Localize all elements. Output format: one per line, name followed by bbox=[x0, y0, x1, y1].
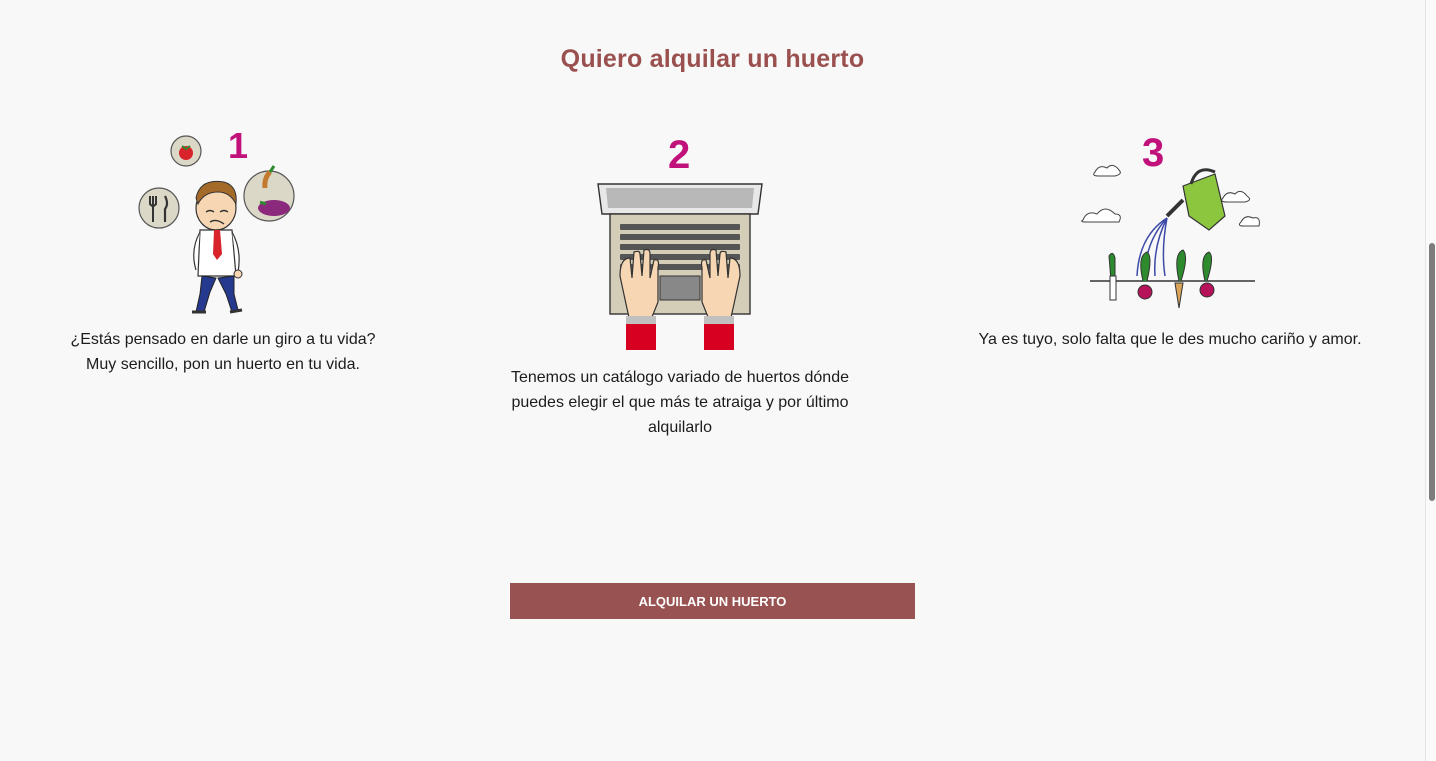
step-2-text: Tenemos un catálogo variado de huertos d… bbox=[480, 365, 880, 440]
section-title: Quiero alquilar un huerto bbox=[560, 44, 865, 73]
step-number-2: 2 bbox=[668, 133, 690, 177]
step-number-1: 1 bbox=[228, 126, 248, 166]
step-2-line-3: alquilarlo bbox=[647, 419, 713, 436]
step-1-line-2: Muy sencillo, pon un huerto en tu vida. bbox=[86, 356, 360, 373]
step-3: 3 Ya es tuyo, solo falta que le des much… bbox=[950, 120, 1390, 420]
watering-garden-illustration: 3 bbox=[1081, 131, 1260, 309]
confused-man-illustration: 1 bbox=[138, 126, 295, 314]
step-2: 2 Tenemos un catálogo variado de huertos… bbox=[480, 120, 880, 450]
step-2-line-2: puedes elegir el que más te atraiga y po… bbox=[511, 394, 849, 411]
scrollbar-thumb[interactable] bbox=[1429, 243, 1435, 501]
step-2-line-1: Tenemos un catálogo variado de huertos d… bbox=[510, 369, 849, 386]
step-1-text: ¿Estás pensado en darle un giro a tu vid… bbox=[48, 327, 398, 377]
scrollbar-track[interactable] bbox=[1425, 0, 1436, 761]
rent-garden-button[interactable]: ALQUILAR UN HUERTO bbox=[510, 583, 915, 619]
step-number-3: 3 bbox=[1142, 131, 1164, 175]
step-1-line-1: ¿Estás pensado en darle un giro a tu vid… bbox=[70, 331, 376, 348]
laptop-hands-illustration: 2 bbox=[597, 133, 763, 350]
page: Quiero alquilar un huerto 1 ¿Estás pensa… bbox=[0, 0, 1436, 761]
step-3-text: Ya es tuyo, solo falta que le des mucho … bbox=[950, 327, 1390, 352]
step-3-line-1: Ya es tuyo, solo falta que le des mucho … bbox=[978, 331, 1362, 348]
step-1: 1 ¿Estás pensado en darle un giro a tu v… bbox=[48, 120, 398, 420]
